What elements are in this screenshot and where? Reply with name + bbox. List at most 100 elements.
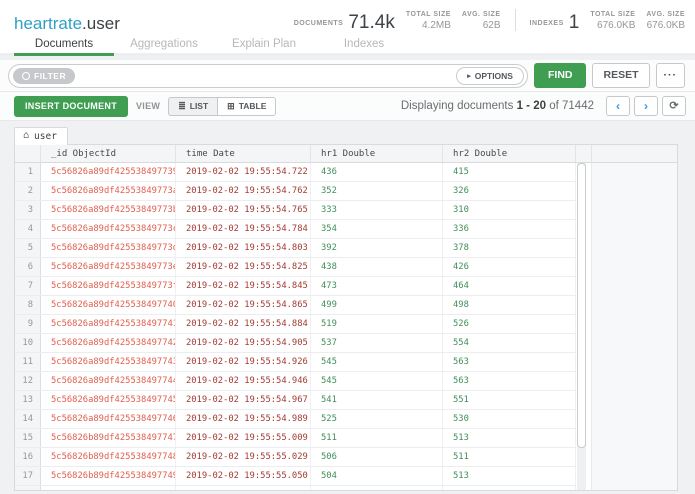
cell-id[interactable]: 5c56826a89df425538497745	[41, 390, 176, 409]
table-row[interactable]: 10 5c56826a89df425538497742 2019-02-02 19:…	[15, 333, 576, 353]
table-row[interactable]: 1 5c56826a89df425538497739 2019-02-02 19:5…	[15, 162, 576, 182]
cell-id[interactable]: 5c56826b89df425538497748	[41, 447, 176, 466]
cell-hr1[interactable]: 511	[311, 428, 443, 447]
cell-id[interactable]: 5c56826b89df42553849774a	[41, 485, 176, 490]
cell-hr2[interactable]: 513	[443, 466, 576, 485]
table-row[interactable]: 12 5c56826a89df425538497744 2019-02-02 19:…	[15, 371, 576, 391]
cell-id[interactable]: 5c56826a89df425538497744	[41, 371, 176, 390]
scrollbar-thumb[interactable]	[577, 162, 586, 448]
cell-hr2[interactable]: 336	[443, 219, 576, 238]
cell-id[interactable]: 5c56826a89df425538497746	[41, 409, 176, 428]
view-list-button[interactable]: ≣ LIST	[168, 96, 218, 116]
cell-id[interactable]: 5c56826a89df425538497743	[41, 352, 176, 371]
find-button[interactable]: FIND	[533, 63, 587, 88]
cell-hr1[interactable]: 545	[311, 352, 443, 371]
cell-hr1[interactable]: 392	[311, 238, 443, 257]
collection-path-tab[interactable]: ⌂ user	[14, 126, 68, 145]
cell-time[interactable]: 2019-02-02 19:55:54.989	[176, 409, 311, 428]
table-row[interactable]: 6 5c56826a89df42553849773e 2019-02-02 19:5…	[15, 257, 576, 277]
table-row[interactable]: 16 5c56826b89df425538497748 2019-02-02 19:…	[15, 447, 576, 467]
tab-indexes[interactable]: Indexes	[314, 34, 414, 56]
cell-time[interactable]: 2019-02-02 19:55:55.050	[176, 466, 311, 485]
cell-time[interactable]: 2019-02-02 19:55:54.845	[176, 276, 311, 295]
cell-hr2[interactable]: 563	[443, 352, 576, 371]
reset-button[interactable]: RESET	[592, 63, 650, 88]
table-row[interactable]: 8 5c56826a89df425538497740 2019-02-02 19:5…	[15, 295, 576, 315]
tab-aggregations[interactable]: Aggregations	[114, 34, 214, 56]
cell-id[interactable]: 5c56826a89df425538497741	[41, 314, 176, 333]
table-row[interactable]: 13 5c56826a89df425538497745 2019-02-02 19:…	[15, 390, 576, 410]
cell-hr1[interactable]: 473	[311, 276, 443, 295]
cell-time[interactable]: 2019-02-02 19:55:55.009	[176, 428, 311, 447]
table-row[interactable]: 185c56826b89df42553849774a2019-02-02 19:…	[15, 485, 576, 490]
insert-document-button[interactable]: INSERT DOCUMENT	[14, 95, 128, 117]
cell-hr2[interactable]: 530	[443, 409, 576, 428]
cell-hr1[interactable]: 519	[311, 314, 443, 333]
cell-hr2[interactable]: 513	[443, 428, 576, 447]
cell-time[interactable]: 2019-02-02 19:55:54.762	[176, 181, 311, 200]
table-row[interactable]: 14 5c56826a89df425538497746 2019-02-02 19:…	[15, 409, 576, 429]
cell-hr1[interactable]: 505	[311, 485, 443, 490]
prev-page-button[interactable]: ‹	[606, 96, 630, 116]
table-row[interactable]: 9 5c56826a89df425538497741 2019-02-02 19:5…	[15, 314, 576, 334]
options-button[interactable]: ▸ OPTIONS	[456, 66, 524, 85]
cell-id[interactable]: 5c56826a89df42553849773c	[41, 219, 176, 238]
cell-hr1[interactable]: 525	[311, 409, 443, 428]
table-row[interactable]: 4 5c56826a89df42553849773c 2019-02-02 19:5…	[15, 219, 576, 239]
cell-hr1[interactable]: 352	[311, 181, 443, 200]
cell-id[interactable]: 5c56826a89df42553849773f	[41, 276, 176, 295]
cell-hr2[interactable]: 326	[443, 181, 576, 200]
cell-hr1[interactable]: 545	[311, 371, 443, 390]
tab-explain-plan[interactable]: Explain Plan	[214, 34, 314, 56]
cell-hr1[interactable]: 537	[311, 333, 443, 352]
cell-time[interactable]: 2019-02-02 19:55:54.926	[176, 352, 311, 371]
cell-hr2[interactable]: 511	[443, 447, 576, 466]
more-options-button[interactable]: ···	[655, 63, 685, 88]
cell-id[interactable]: 5c56826a89df42553849773b	[41, 200, 176, 219]
cell-hr2[interactable]: 426	[443, 257, 576, 276]
cell-hr2[interactable]: 563	[443, 371, 576, 390]
cell-id[interactable]: 5c56826a89df42553849773a	[41, 181, 176, 200]
cell-id[interactable]: 5c56826a89df425538497742	[41, 333, 176, 352]
cell-hr2[interactable]: 498	[443, 295, 576, 314]
cell-time[interactable]: 2019-02-02 19:55:54.765	[176, 200, 311, 219]
cell-time[interactable]: 2019-02-02 19:55:54.803	[176, 238, 311, 257]
cell-hr1[interactable]: 504	[311, 466, 443, 485]
cell-time[interactable]: 2019-02-02 19:55:54.884	[176, 314, 311, 333]
cell-hr2[interactable]: 415	[443, 162, 576, 181]
cell-time[interactable]: 2019-02-02 19:55:54.967	[176, 390, 311, 409]
table-row[interactable]: 17 5c56826b89df425538497749 2019-02-02 19:…	[15, 466, 576, 486]
cell-time[interactable]: 2019-02-02 19:55:54.722	[176, 162, 311, 181]
table-row[interactable]: 11 5c56826a89df425538497743 2019-02-02 19:…	[15, 352, 576, 372]
view-table-button[interactable]: ⊞ TABLE	[217, 96, 277, 116]
cell-time[interactable]: 2019-02-02 19:55:54.905	[176, 333, 311, 352]
vertical-scrollbar[interactable]	[577, 162, 586, 490]
cell-hr2[interactable]: 378	[443, 238, 576, 257]
next-page-button[interactable]: ›	[634, 96, 658, 116]
cell-hr2[interactable]: 464	[443, 276, 576, 295]
cell-hr1[interactable]: 436	[311, 162, 443, 181]
table-row[interactable]: 3 5c56826a89df42553849773b 2019-02-02 19:5…	[15, 200, 576, 220]
cell-hr2[interactable]: 310	[443, 200, 576, 219]
cell-id[interactable]: 5c56826a89df42553849773e	[41, 257, 176, 276]
cell-id[interactable]: 5c56826b89df425538497749	[41, 466, 176, 485]
cell-id[interactable]: 5c56826b89df425538497747	[41, 428, 176, 447]
cell-time[interactable]: 2019-02-02 19:55:54.784	[176, 219, 311, 238]
cell-hr1[interactable]: 499	[311, 295, 443, 314]
cell-id[interactable]: 5c56826a89df42553849773d	[41, 238, 176, 257]
table-row[interactable]: 7 5c56826a89df42553849773f 2019-02-02 19:5…	[15, 276, 576, 296]
cell-hr1[interactable]: 333	[311, 200, 443, 219]
table-row[interactable]: 2 5c56826a89df42553849773a 2019-02-02 19:5…	[15, 181, 576, 201]
cell-hr2[interactable]: 526	[443, 314, 576, 333]
table-row[interactable]: 5 5c56826a89df42553849773d 2019-02-02 19:5…	[15, 238, 576, 258]
table-row[interactable]: 15 5c56826b89df425538497747 2019-02-02 19:…	[15, 428, 576, 448]
cell-time[interactable]: 2019-02-02 19:55:54.825	[176, 257, 311, 276]
cell-hr1[interactable]: 438	[311, 257, 443, 276]
cell-time[interactable]: 2019-02-02 19:55:55.070	[176, 485, 311, 490]
cell-hr1[interactable]: 506	[311, 447, 443, 466]
cell-hr2[interactable]: 554	[443, 333, 576, 352]
cell-time[interactable]: 2019-02-02 19:55:55.029	[176, 447, 311, 466]
cell-id[interactable]: 5c56826a89df425538497739	[41, 162, 176, 181]
cell-time[interactable]: 2019-02-02 19:55:54.946	[176, 371, 311, 390]
cell-hr1[interactable]: 354	[311, 219, 443, 238]
